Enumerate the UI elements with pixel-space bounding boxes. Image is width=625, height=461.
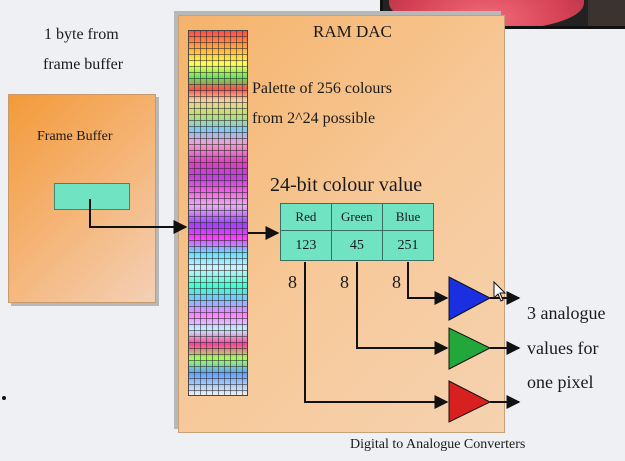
output-caption-line-1: 3 analogue <box>527 303 606 323</box>
output-caption-line-2: values for <box>527 338 599 358</box>
output-caption-line-3: one pixel <box>527 372 594 392</box>
red-dac-triangle <box>448 380 492 423</box>
red-arrow <box>304 262 449 409</box>
green-arrow <box>356 262 449 355</box>
bullet-dot <box>2 396 6 400</box>
green-dac-triangle <box>448 327 492 370</box>
blue-dac-triangle <box>448 276 492 321</box>
blue-arrow <box>407 262 449 305</box>
dac-caption: Digital to Analogue Converters <box>350 437 526 452</box>
cell-to-palette-arrow <box>89 199 188 234</box>
